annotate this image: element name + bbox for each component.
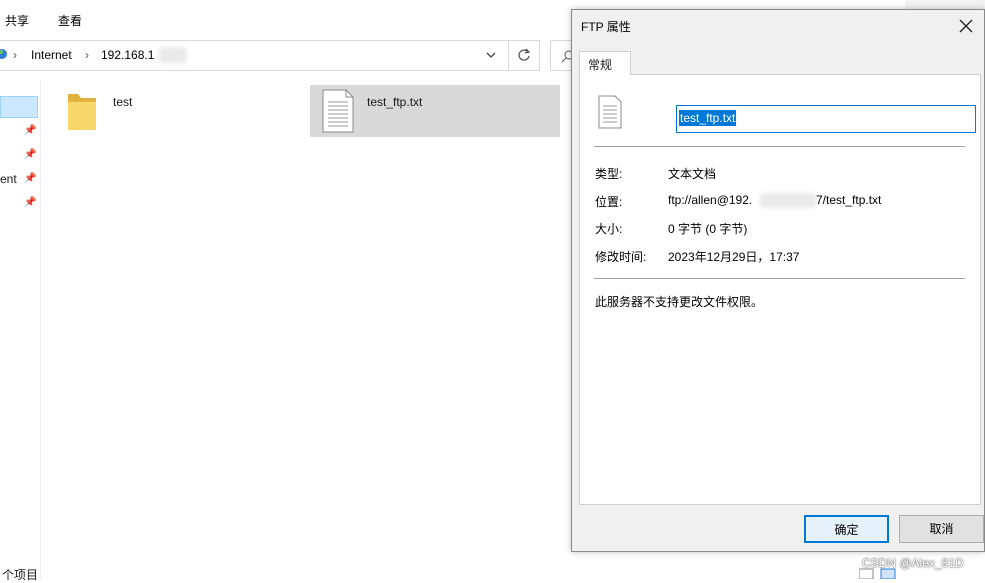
- properties-dialog: FTP 属性 常规 test_ftp.txt 类型: 文本文档 位置: ftp:…: [571, 9, 985, 552]
- refresh-button[interactable]: [508, 40, 539, 71]
- ok-button[interactable]: 确定: [804, 515, 889, 543]
- dialog-title: FTP 属性: [581, 20, 631, 34]
- type-label: 类型:: [595, 167, 623, 181]
- chevron-down-icon[interactable]: [485, 49, 497, 64]
- location-label: 位置:: [595, 195, 623, 209]
- text-file-icon: [322, 89, 354, 133]
- divider: [594, 278, 965, 279]
- filename-selected-text: test_ftp.txt: [679, 110, 737, 126]
- text-file-icon: [598, 95, 622, 132]
- tab-general[interactable]: 常规: [579, 51, 631, 75]
- size-value: 0 字节 (0 字节): [668, 222, 748, 236]
- pin-icon: 📌: [24, 197, 37, 208]
- refresh-icon: [518, 48, 531, 61]
- general-panel: test_ftp.txt 类型: 文本文档 位置: ftp://allen@19…: [579, 74, 981, 505]
- location-value-suffix: 7/test_ftp.txt: [816, 193, 882, 207]
- breadcrumb-ip[interactable]: 192.168.1: [101, 48, 154, 62]
- divider: [594, 146, 965, 147]
- status-item-count: 个项目: [2, 568, 39, 582]
- close-button[interactable]: [954, 12, 978, 40]
- address-bar[interactable]: › Internet › 192.168.1: [0, 40, 540, 71]
- redacted-blur: [760, 193, 816, 208]
- location-value-prefix: ftp://allen@192.: [668, 193, 753, 207]
- watermark: CSDN @Alex_81D: [862, 556, 964, 570]
- pin-icon: 📌: [24, 149, 37, 160]
- redacted-blur: [159, 47, 187, 63]
- pin-icon: 📌: [24, 173, 37, 184]
- nav-item-label[interactable]: ent: [0, 172, 17, 186]
- pin-icon: 📌: [24, 125, 37, 136]
- cancel-button[interactable]: 取消: [899, 515, 984, 543]
- size-label: 大小:: [595, 222, 623, 236]
- folder-item[interactable]: [66, 90, 98, 135]
- chevron-right-icon: ›: [85, 48, 89, 62]
- file-name[interactable]: test_ftp.txt: [367, 95, 422, 109]
- file-item[interactable]: [322, 89, 354, 136]
- breadcrumb-internet[interactable]: Internet: [31, 48, 72, 62]
- nav-item-selected[interactable]: [0, 96, 38, 118]
- modified-value: 2023年12月29日，17:37: [668, 250, 800, 264]
- ribbon-tab-share[interactable]: 共享: [5, 12, 29, 29]
- filename-input[interactable]: test_ftp.txt: [676, 105, 976, 133]
- folder-name[interactable]: test: [113, 95, 132, 109]
- ribbon-tab-view[interactable]: 查看: [58, 12, 82, 29]
- view-toggle-icon[interactable]: [858, 568, 899, 582]
- chevron-right-icon: ›: [13, 48, 17, 62]
- folder-icon: [68, 94, 96, 130]
- modified-label: 修改时间:: [595, 250, 647, 264]
- type-value: 文本文档: [668, 167, 717, 181]
- close-icon: [959, 19, 973, 33]
- permission-note: 此服务器不支持更改文件权限。: [595, 295, 764, 309]
- network-icon: [0, 47, 9, 66]
